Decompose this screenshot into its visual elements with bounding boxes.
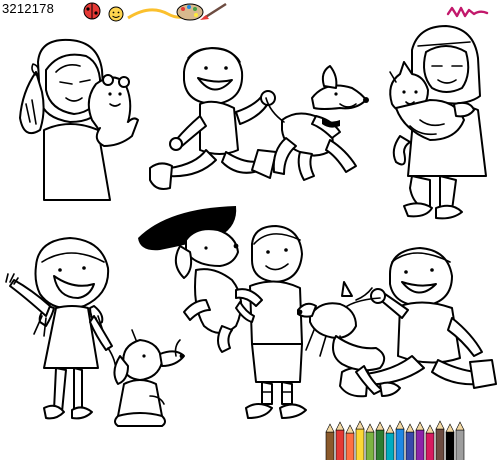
girl-hamster-illustration [19,38,139,201]
boy-dog-running-illustration [149,47,369,190]
ladybug-icon [83,2,101,20]
paintbrush-icon [200,2,227,20]
girl-puppy-illustration [5,237,185,427]
girl-cat-illustration [389,25,487,220]
palette-icon [176,3,204,21]
boy-walking-dog-illustration [297,247,497,398]
boy-carrying-dog-illustration [138,206,307,419]
colored-pencils-icon [325,420,465,460]
magenta-brush-stroke-icon [446,6,489,18]
sun-icon [108,6,124,22]
coloring-page-artwork [5,2,497,460]
